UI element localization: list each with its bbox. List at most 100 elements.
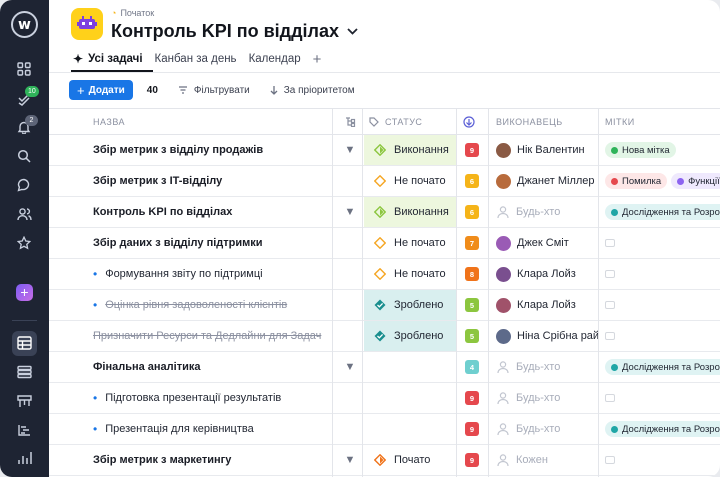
tag-chip[interactable]: Дослідження та Розробка	[605, 204, 720, 220]
status-cell[interactable]: Зроблено	[364, 290, 457, 320]
tag-chip[interactable]: Нова мітка	[605, 142, 676, 158]
table-row[interactable]: • Формування звіту по підтримці Не почато 8…	[49, 259, 720, 290]
expand-chevron-icon[interactable]: ▼	[339, 445, 361, 475]
task-name[interactable]: Збір метрик з відділу продажів	[93, 135, 333, 165]
expand-chevron-icon[interactable]: ▼	[339, 197, 361, 227]
add-view-button[interactable]: +	[313, 48, 322, 70]
expand-chevron-icon[interactable]: ▼	[339, 352, 361, 382]
priority-cell[interactable]: 9	[457, 414, 487, 444]
tags-cell[interactable]	[605, 383, 720, 413]
task-name[interactable]: • Презентація для керівництва	[93, 414, 333, 444]
task-name[interactable]: Фінальна аналітика	[93, 352, 333, 382]
status-cell[interactable]	[364, 414, 457, 444]
priority-column-icon[interactable]	[463, 109, 475, 135]
status-cell[interactable]	[364, 352, 457, 382]
table-row[interactable]: • Оцінка рівня задоволеності клієнтів Зроб…	[49, 290, 720, 321]
priority-cell[interactable]: 6	[457, 197, 487, 227]
task-name[interactable]: Збір метрик з IT-відділу	[93, 166, 333, 196]
assignee-cell[interactable]: Будь-хто	[496, 197, 598, 227]
assignee-cell[interactable]: Нік Валентин	[496, 135, 598, 165]
tag-chip[interactable]: Функції	[671, 173, 720, 189]
assignee-cell[interactable]: Джанет Міллер	[496, 166, 598, 196]
tag-chip[interactable]: Дослідження та Розробка	[605, 359, 720, 375]
app-logo[interactable]: w	[11, 11, 38, 38]
page-title[interactable]: Контроль KPI по відділах	[111, 21, 358, 42]
column-header-status[interactable]: СТАТУС	[369, 109, 422, 135]
table-row[interactable]: Фінальна аналітика ▼ 4 Будь-хто Дослідження …	[49, 352, 720, 383]
tags-cell[interactable]: Нова мітка	[605, 135, 720, 165]
priority-cell[interactable]: 9	[457, 383, 487, 413]
create-new-button[interactable]: +	[16, 284, 33, 301]
table-row[interactable]: Призначити Ресурси та Дедлайни для Задач…	[49, 321, 720, 352]
status-cell[interactable]: Почато	[364, 445, 457, 475]
table-row[interactable]: Збір метрик з відділу продажів ▼ Виконання…	[49, 135, 720, 166]
table-row[interactable]: Збір метрик з маркетингу ▼ Почато 9 Кожен	[49, 445, 720, 476]
status-cell[interactable]: Виконання	[364, 135, 457, 165]
priority-cell[interactable]: 5	[457, 321, 487, 351]
status-cell[interactable]: Не почато	[364, 228, 457, 258]
assignee-cell[interactable]: Кожен	[496, 445, 598, 475]
tags-cell[interactable]	[605, 259, 720, 289]
task-name[interactable]: • Підготовка презентації результатів	[93, 383, 333, 413]
tag-chip[interactable]: Дослідження та Розробка	[605, 421, 720, 437]
assignee-cell[interactable]: Будь-хто	[496, 352, 598, 382]
list-view-icon[interactable]	[13, 361, 35, 383]
task-name[interactable]: • Формування звіту по підтримці	[93, 259, 333, 289]
assignee-cell[interactable]: Клара Лойз	[496, 290, 598, 320]
tags-cell[interactable]: Помилка Функції	[605, 166, 720, 196]
tab-calendar[interactable]: Календар	[249, 48, 301, 70]
filter-button[interactable]: Фільтрувати	[178, 85, 250, 96]
task-name[interactable]: Збір даних з відділу підтримки	[93, 228, 333, 258]
users-icon[interactable]	[13, 203, 35, 225]
table-row[interactable]: Контроль KPI по відділах ▼ Виконання 6 Будь-…	[49, 197, 720, 228]
priority-cell[interactable]: 6	[457, 166, 487, 196]
status-cell[interactable]: Не почато	[364, 166, 457, 196]
assignee-cell[interactable]: Джек Сміт	[496, 228, 598, 258]
assignee-cell[interactable]: Будь-хто	[496, 414, 598, 444]
tags-cell[interactable]	[605, 321, 720, 351]
apps-grid-icon[interactable]	[13, 58, 35, 80]
task-name[interactable]: Збір метрик з маркетингу	[93, 445, 333, 475]
tags-cell[interactable]	[605, 290, 720, 320]
column-header-tags[interactable]: МІТКИ	[605, 109, 635, 135]
assignee-cell[interactable]: Будь-хто	[496, 383, 598, 413]
priority-cell[interactable]: 7	[457, 228, 487, 258]
timeline-view-icon[interactable]	[13, 419, 35, 441]
project-avatar-icon[interactable]	[71, 8, 103, 40]
star-icon[interactable]	[13, 232, 35, 254]
breadcrumb[interactable]: ◔ Початок	[111, 8, 154, 18]
column-header-assignee[interactable]: ВИКОНАВЕЦЬ	[496, 109, 563, 135]
chat-icon[interactable]	[13, 174, 35, 196]
table-row[interactable]: Збір даних з відділу підтримки Не почато 7…	[49, 228, 720, 259]
analytics-icon[interactable]	[13, 447, 35, 469]
tags-cell[interactable]: Дослідження та Розробка	[605, 352, 720, 382]
task-name[interactable]: Призначити Ресурси та Дедлайни для Задач	[93, 321, 333, 351]
subtasks-column-icon[interactable]	[339, 109, 361, 135]
priority-cell[interactable]: 8	[457, 259, 487, 289]
table-row[interactable]: • Підготовка презентації результатів 9 Будь…	[49, 383, 720, 414]
assignee-cell[interactable]: Ніна Срібна райт	[496, 321, 598, 351]
tags-cell[interactable]	[605, 228, 720, 258]
sort-button[interactable]: За пріоритетом	[270, 85, 355, 96]
tags-cell[interactable]: Дослідження та Розробка	[605, 414, 720, 444]
priority-cell[interactable]: 5	[457, 290, 487, 320]
task-name[interactable]: Контроль KPI по відділах	[93, 197, 333, 227]
tag-chip[interactable]: Помилка	[605, 173, 668, 189]
tab-all-tasks[interactable]: ✦ Усі задачі	[73, 48, 143, 70]
status-cell[interactable]	[364, 383, 457, 413]
priority-cell[interactable]: 9	[457, 445, 487, 475]
status-cell[interactable]: Виконання	[364, 197, 457, 227]
priority-cell[interactable]: 9	[457, 135, 487, 165]
status-cell[interactable]: Не почато	[364, 259, 457, 289]
board-view-icon[interactable]	[13, 390, 35, 412]
tags-cell[interactable]: Дослідження та Розробка	[605, 197, 720, 227]
table-row[interactable]: • Презентація для керівництва 9 Будь-хто Дос…	[49, 414, 720, 445]
assignee-cell[interactable]: Клара Лойз	[496, 259, 598, 289]
column-header-name[interactable]: НАЗВА	[93, 109, 125, 135]
tab-kanban-day[interactable]: Канбан за день	[155, 48, 237, 70]
table-view-icon[interactable]	[13, 332, 35, 354]
expand-chevron-icon[interactable]: ▼	[339, 135, 361, 165]
add-task-button[interactable]: + Додати	[69, 80, 133, 100]
tags-cell[interactable]	[605, 445, 720, 475]
table-row[interactable]: Збір метрик з IT-відділу Не почато 6 Джанет…	[49, 166, 720, 197]
